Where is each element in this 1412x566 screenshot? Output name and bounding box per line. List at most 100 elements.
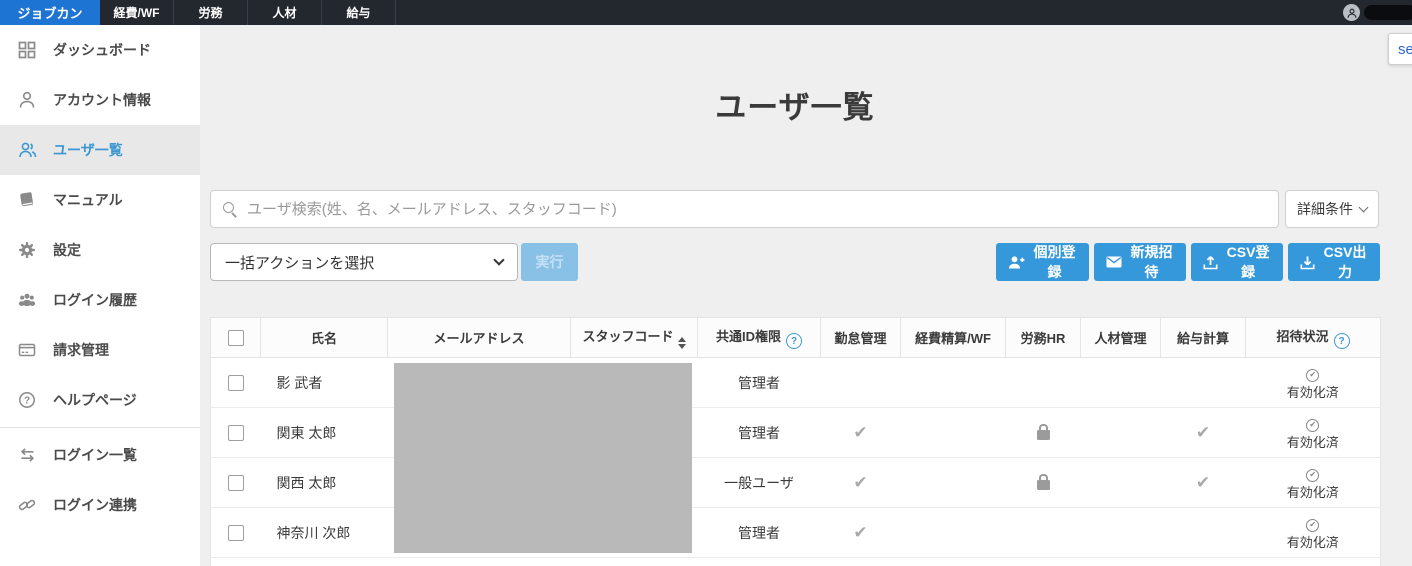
button-label: CSV登録 — [1225, 242, 1271, 282]
top-navigation-bar: ジョブカン 経費/WF 労務 人材 給与 — [0, 0, 1412, 25]
header-common-id: 共通ID権限? — [698, 318, 821, 358]
autofill-popup[interactable]: se — [1388, 33, 1412, 65]
header-email: メールアドレス — [388, 318, 571, 358]
sidebar-item-login-history[interactable]: ログイン履歴 — [0, 275, 200, 325]
user-name: 影 武者 — [261, 358, 388, 408]
redaction-overlay — [394, 363, 692, 553]
header-roumu: 労務HR — [1006, 318, 1081, 358]
header-invite-status: 招待状況? — [1246, 318, 1381, 358]
status-label: 有効化済 — [1287, 485, 1339, 500]
sidebar-label: ログイン一覧 — [53, 445, 137, 465]
user-avatar-icon[interactable] — [1343, 4, 1360, 21]
invite-status: ✔ 有効化済 — [1246, 508, 1381, 558]
top-tab-expense-wf[interactable]: 経費/WF — [100, 0, 174, 25]
svg-text:?: ? — [24, 396, 30, 407]
row-checkbox[interactable] — [228, 425, 244, 441]
activated-check-icon: ✔ — [1306, 469, 1319, 482]
new-invite-button[interactable]: 新規招待 — [1094, 243, 1186, 281]
help-icon[interactable]: ? — [1334, 333, 1350, 349]
table-row: 関東 太郎 管理者 ✔ ✔ ✔ 有効化済 — [211, 408, 1381, 458]
execute-button[interactable]: 実行 — [521, 243, 578, 281]
detail-filter-button[interactable]: 詳細条件 — [1285, 190, 1379, 228]
header-checkbox-cell — [211, 318, 261, 358]
sidebar-label: ダッシュボード — [53, 40, 151, 60]
top-tab-roumu[interactable]: 労務 — [174, 0, 248, 25]
button-label: CSV出力 — [1322, 242, 1368, 282]
row-checkbox[interactable] — [228, 475, 244, 491]
gear-icon — [15, 239, 39, 261]
header-staff-code[interactable]: スタッフコード — [571, 318, 698, 358]
activated-check-icon: ✔ — [1306, 419, 1319, 432]
sidebar-label: ユーザ一覧 — [53, 140, 123, 160]
invite-status: ✔ 有効化済 — [1246, 408, 1381, 458]
csv-import-button[interactable]: CSV登録 — [1191, 243, 1283, 281]
table-header-row: 氏名 メールアドレス スタッフコード 共通ID権限? 勤怠管理 経費精算/WF … — [211, 318, 1381, 358]
user-icon — [15, 89, 39, 111]
activated-check-icon: ✔ — [1306, 519, 1319, 532]
user-table: 氏名 メールアドレス スタッフコード 共通ID権限? 勤怠管理 経費精算/WF … — [210, 317, 1380, 566]
question-circle-icon: ? — [15, 389, 39, 411]
check-icon: ✔ — [853, 473, 867, 493]
select-caret-icon — [493, 254, 504, 265]
redacted-username-pill[interactable] — [1364, 5, 1412, 20]
chevron-down-icon — [1359, 202, 1369, 212]
header-kintai: 勤怠管理 — [821, 318, 901, 358]
credit-card-icon — [15, 339, 39, 361]
user-name: 神奈川 次郎 — [261, 508, 388, 558]
brand-tab-jobcan[interactable]: ジョブカン — [0, 0, 100, 25]
row-checkbox[interactable] — [228, 375, 244, 391]
user-permission: 管理者 — [698, 508, 821, 558]
sidebar-item-login-link[interactable]: ログイン連携 — [0, 480, 200, 530]
table-row: 関西 太郎 一般ユーザ ✔ ✔ ✔ 有効化済 — [211, 458, 1381, 508]
top-tab-jinzai[interactable]: 人材 — [248, 0, 322, 25]
search-icon — [223, 202, 238, 217]
user-plus-icon — [1008, 255, 1025, 270]
status-label: 有効化済 — [1287, 435, 1339, 450]
user-permission: 管理者 — [698, 408, 821, 458]
topbar-user-area — [1343, 0, 1412, 25]
sidebar-item-billing[interactable]: 請求管理 — [0, 325, 200, 375]
bulk-action-select[interactable]: 一括アクションを選択 — [210, 243, 518, 281]
sidebar-item-manual[interactable]: マニュアル — [0, 175, 200, 225]
lock-icon — [1037, 430, 1050, 440]
sidebar-item-account-info[interactable]: アカウント情報 — [0, 75, 200, 125]
lock-icon — [1037, 480, 1050, 490]
csv-export-button[interactable]: CSV出力 — [1288, 243, 1380, 281]
header-name: 氏名 — [261, 318, 388, 358]
sidebar-label: マニュアル — [53, 190, 123, 210]
table-row: 神奈川 次郎 管理者 ✔ ✔ ✔ 有効化済 — [211, 508, 1381, 558]
top-tab-kyuyo[interactable]: 給与 — [322, 0, 396, 25]
sidebar-label: ログイン連携 — [53, 495, 137, 515]
dashboard-grid-icon — [15, 39, 39, 61]
header-keihi: 経費精算/WF — [901, 318, 1006, 358]
button-label: 個別登録 — [1032, 242, 1077, 282]
check-icon: ✔ — [1196, 473, 1210, 493]
select-all-checkbox[interactable] — [228, 330, 244, 346]
sidebar-label: 請求管理 — [53, 340, 109, 360]
sidebar-label: 設定 — [53, 240, 81, 260]
invite-status: ✔ 有効化済 — [1246, 458, 1381, 508]
bulk-action-selected-value: 一括アクションを選択 — [225, 252, 374, 273]
sidebar-item-dashboard[interactable]: ダッシュボード — [0, 25, 200, 75]
user-permission: 管理者 — [698, 358, 821, 408]
individual-register-button[interactable]: 個別登録 — [996, 243, 1089, 281]
help-icon[interactable]: ? — [786, 333, 802, 349]
header-jinzai: 人材管理 — [1081, 318, 1161, 358]
activated-check-icon: ✔ — [1306, 369, 1319, 382]
row-checkbox[interactable] — [228, 525, 244, 541]
sidebar-label: ヘルプページ — [53, 390, 137, 410]
action-button-group: 個別登録 新規招待 CSV登録 CSV出力 — [996, 243, 1380, 281]
upload-icon — [1203, 255, 1218, 270]
search-input[interactable] — [247, 201, 1266, 218]
page-title: ユーザ一覧 — [200, 82, 1390, 127]
sidebar-divider — [0, 427, 200, 428]
sidebar-item-settings[interactable]: 設定 — [0, 225, 200, 275]
check-icon: ✔ — [853, 423, 867, 443]
check-icon: ✔ — [853, 523, 867, 543]
sort-icon[interactable] — [678, 337, 686, 349]
sidebar-item-login-list[interactable]: ログイン一覧 — [0, 430, 200, 480]
sidebar-item-help[interactable]: ? ヘルプページ — [0, 375, 200, 425]
sidebar-item-user-list[interactable]: ユーザ一覧 — [0, 125, 200, 175]
envelope-icon — [1106, 256, 1122, 268]
sidebar-label: アカウント情報 — [53, 90, 151, 110]
